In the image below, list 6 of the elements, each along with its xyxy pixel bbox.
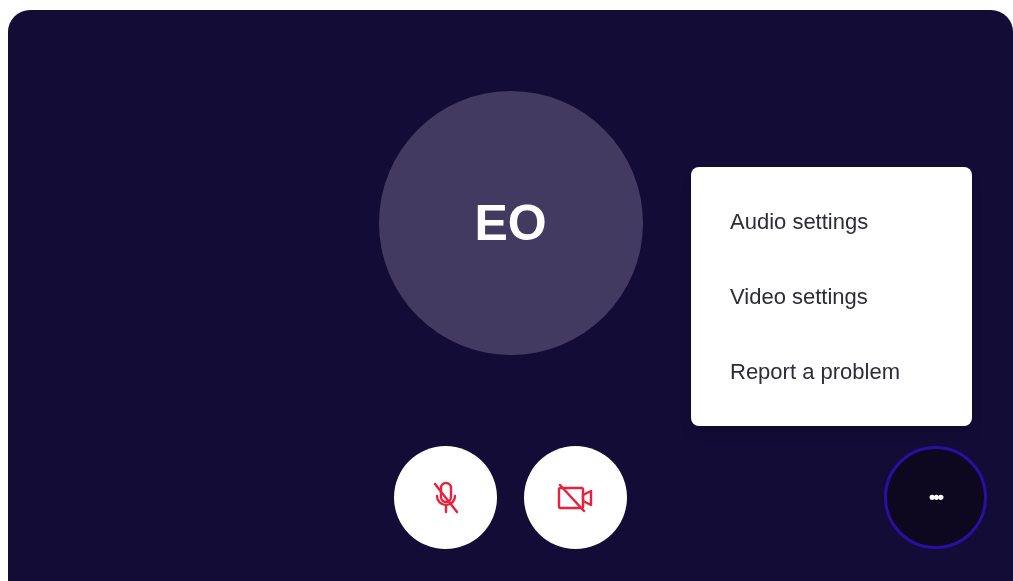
- more-button[interactable]: •••: [884, 446, 987, 549]
- menu-item[interactable]: Audio settings: [730, 206, 869, 237]
- menu-item[interactable]: Video settings: [730, 281, 868, 312]
- menu-item[interactable]: Report a problem: [730, 356, 900, 387]
- initials: EO: [474, 193, 547, 253]
- muted-microphone-icon: [432, 479, 459, 516]
